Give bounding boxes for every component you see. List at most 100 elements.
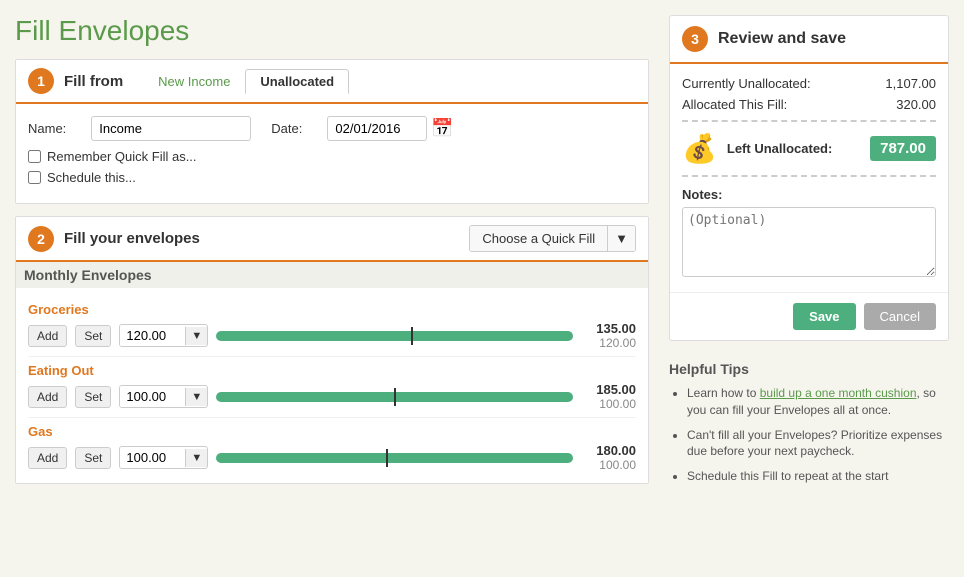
notes-label: Notes:	[682, 187, 936, 202]
amount-wrapper-groceries: ▼	[119, 324, 208, 347]
amount-input-gas[interactable]	[120, 447, 185, 468]
envelope-group: Monthly Envelopes Groceries Add Set ▼	[16, 262, 648, 483]
envelope-controls-gas: Add Set ▼ 180.00 10	[28, 443, 636, 472]
schedule-this-label: Schedule this...	[47, 170, 136, 185]
section1-header: 1 Fill from New Income Unallocated	[16, 60, 648, 104]
left-unallocated-row: 💰 Left Unallocated: 787.00	[682, 120, 936, 177]
schedule-this-checkbox[interactable]	[28, 171, 41, 184]
section2-header: 2 Fill your envelopes Choose a Quick Fil…	[16, 217, 648, 262]
amount-display-eating-out: 185.00 100.00	[581, 382, 636, 411]
section2-title: Fill your envelopes	[64, 230, 200, 247]
add-btn-gas[interactable]: Add	[28, 447, 67, 469]
tip-link-1[interactable]: build up a one month cushion	[760, 386, 917, 400]
envelope-controls-groceries: Add Set ▼ 135.00 12	[28, 321, 636, 350]
amount-dropdown-eating-out[interactable]: ▼	[185, 388, 207, 406]
slider-thumb-eating-out	[394, 388, 396, 406]
notes-section: Notes:	[682, 187, 936, 280]
amount-dropdown-gas[interactable]: ▼	[185, 449, 207, 467]
left-unallocated-label: Left Unallocated:	[727, 141, 832, 156]
review-card: 3 Review and save Currently Unallocated:…	[669, 15, 949, 341]
currently-unallocated-value: 1,107.00	[885, 76, 936, 91]
amount-wrapper-eating-out: ▼	[119, 385, 208, 408]
remember-quickfill-label: Remember Quick Fill as...	[47, 149, 197, 164]
review-body: Currently Unallocated: 1,107.00 Allocate…	[670, 64, 948, 292]
amount-current-groceries: 135.00	[581, 321, 636, 336]
envelope-item-eating-out: Eating Out Add Set ▼	[28, 357, 636, 418]
slider-track-groceries	[216, 331, 573, 341]
quick-fill-button[interactable]: Choose a Quick Fill ▼	[469, 225, 636, 252]
amount-input-groceries[interactable]	[120, 325, 185, 346]
amount-current-eating-out: 185.00	[581, 382, 636, 397]
section1-title: Fill from	[64, 73, 123, 90]
calendar-icon[interactable]: 📅	[431, 118, 453, 139]
envelope-name-groceries: Groceries	[28, 302, 636, 317]
allocated-this-fill-label: Allocated This Fill:	[682, 97, 787, 112]
quick-fill-main[interactable]: Choose a Quick Fill	[470, 226, 608, 251]
group-title: Monthly Envelopes	[16, 262, 648, 288]
section3-number: 3	[682, 26, 708, 52]
name-row: Name: Date: 📅	[28, 116, 636, 141]
section1-body: Name: Date: 📅 Remember Quick Fill as... …	[16, 104, 648, 203]
tip-item-2: Can't fill all your Envelopes? Prioritiz…	[687, 427, 949, 461]
slider-eating-out[interactable]	[216, 387, 573, 407]
save-button[interactable]: Save	[793, 303, 855, 330]
remember-quickfill-checkbox[interactable]	[28, 150, 41, 163]
remember-quickfill-row: Remember Quick Fill as...	[28, 149, 636, 164]
slider-track-eating-out	[216, 392, 573, 402]
add-btn-eating-out[interactable]: Add	[28, 386, 67, 408]
left-unallocated-value: 787.00	[870, 136, 936, 161]
section1-number: 1	[28, 68, 54, 94]
amount-input-eating-out[interactable]	[120, 386, 185, 407]
slider-thumb-gas	[386, 449, 388, 467]
envelope-item-groceries: Groceries Add Set ▼	[28, 296, 636, 357]
set-btn-eating-out[interactable]: Set	[75, 386, 111, 408]
right-panel: 3 Review and save Currently Unallocated:…	[669, 15, 949, 498]
set-btn-gas[interactable]: Set	[75, 447, 111, 469]
date-wrapper: 📅	[327, 116, 453, 141]
envelope-name-gas: Gas	[28, 424, 636, 439]
amount-budget-groceries: 120.00	[581, 336, 636, 350]
allocated-this-fill-row: Allocated This Fill: 320.00	[682, 97, 936, 112]
slider-track-gas	[216, 453, 573, 463]
tab-unallocated[interactable]: Unallocated	[245, 69, 349, 94]
envelope-item-gas: Gas Add Set ▼	[28, 418, 636, 478]
helpful-tips-list: Learn how to build up a one month cushio…	[669, 385, 949, 485]
amount-budget-eating-out: 100.00	[581, 397, 636, 411]
wallet-icon: 💰	[682, 132, 717, 165]
section2-panel: 2 Fill your envelopes Choose a Quick Fil…	[15, 216, 649, 484]
slider-gas[interactable]	[216, 448, 573, 468]
review-header: 3 Review and save	[670, 16, 948, 64]
review-actions: Save Cancel	[670, 292, 948, 340]
name-input[interactable]	[91, 116, 251, 141]
notes-textarea[interactable]	[682, 207, 936, 277]
amount-current-gas: 180.00	[581, 443, 636, 458]
envelope-name-eating-out: Eating Out	[28, 363, 636, 378]
set-btn-groceries[interactable]: Set	[75, 325, 111, 347]
review-title: Review and save	[718, 30, 846, 48]
add-btn-groceries[interactable]: Add	[28, 325, 67, 347]
slider-thumb-groceries	[411, 327, 413, 345]
amount-display-groceries: 135.00 120.00	[581, 321, 636, 350]
date-label: Date:	[271, 121, 302, 136]
date-input[interactable]	[327, 116, 427, 141]
currently-unallocated-row: Currently Unallocated: 1,107.00	[682, 76, 936, 91]
helpful-tips-title: Helpful Tips	[669, 361, 949, 377]
amount-wrapper-gas: ▼	[119, 446, 208, 469]
fill-from-tabs: New Income Unallocated	[143, 69, 349, 94]
slider-groceries[interactable]	[216, 326, 573, 346]
currently-unallocated-label: Currently Unallocated:	[682, 76, 811, 91]
amount-budget-gas: 100.00	[581, 458, 636, 472]
tip-item-1: Learn how to build up a one month cushio…	[687, 385, 949, 419]
allocated-this-fill-value: 320.00	[896, 97, 936, 112]
page-title: Fill Envelopes	[15, 15, 649, 47]
schedule-this-row: Schedule this...	[28, 170, 636, 185]
name-label: Name:	[28, 121, 66, 136]
section2-left: 2 Fill your envelopes	[28, 226, 220, 252]
amount-dropdown-groceries[interactable]: ▼	[185, 327, 207, 345]
tip-item-3: Schedule this Fill to repeat at the star…	[687, 468, 949, 485]
tab-new-income[interactable]: New Income	[143, 69, 245, 94]
section2-number: 2	[28, 226, 54, 252]
quick-fill-dropdown-arrow[interactable]: ▼	[608, 226, 635, 251]
cancel-button[interactable]: Cancel	[864, 303, 936, 330]
envelope-controls-eating-out: Add Set ▼ 185.00 10	[28, 382, 636, 411]
